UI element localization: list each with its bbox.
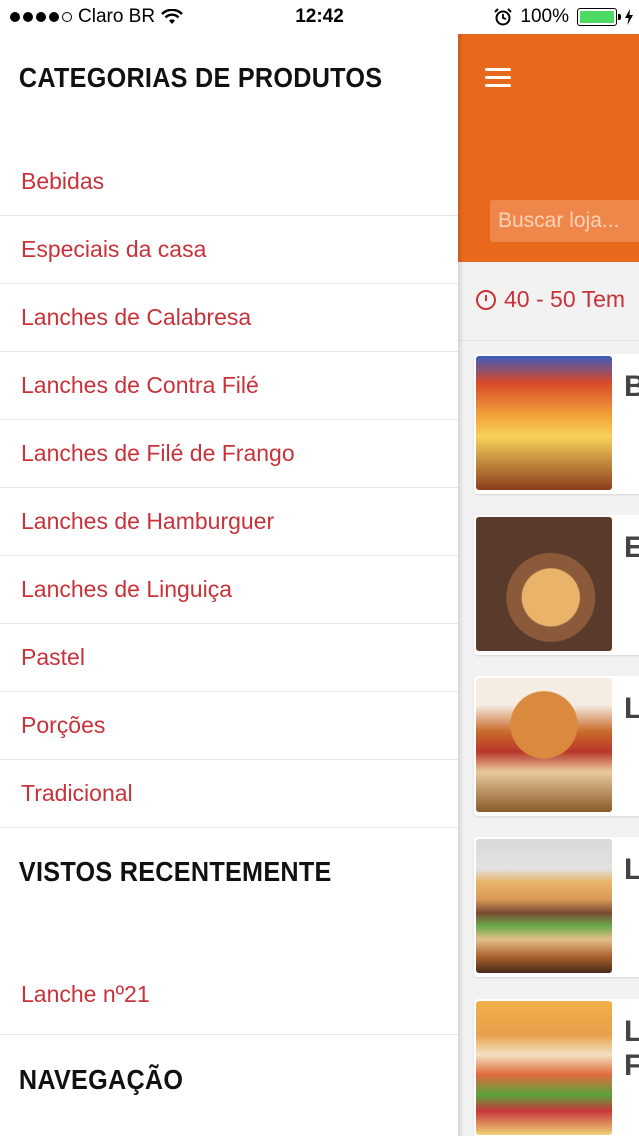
app-header: Buscar loja...: [458, 34, 639, 262]
category-item-hamburguer[interactable]: Lanches de Hamburguer: [0, 488, 458, 556]
category-card[interactable]: L: [474, 837, 639, 977]
category-item-file-frango[interactable]: Lanches de Filé de Frango: [0, 420, 458, 488]
category-card[interactable]: B: [474, 354, 639, 494]
house-special-thumbnail: [476, 517, 612, 651]
alarm-icon: [494, 8, 513, 26]
card-title: L: [624, 853, 639, 886]
status-right-group: 100%: [494, 6, 633, 28]
chicken-sandwich-thumbnail: [476, 1001, 612, 1135]
recent-title: VISTOS RECENTEMENTE: [18, 856, 332, 887]
category-item-contra-file[interactable]: Lanches de Contra Filé: [0, 352, 458, 420]
category-item-bebidas[interactable]: Bebidas: [0, 148, 458, 216]
sandwich-thumbnail: [476, 839, 612, 973]
recent-list: Lanche nº21: [0, 954, 458, 1035]
charging-icon: [625, 9, 633, 25]
category-card[interactable]: E: [474, 515, 639, 655]
beverages-thumbnail: [476, 356, 612, 490]
divider: [458, 340, 639, 341]
category-item-pastel[interactable]: Pastel: [0, 624, 458, 692]
category-list: Bebidas Especiais da casa Lanches de Cal…: [0, 148, 458, 828]
drawer-shadow: [458, 34, 464, 1136]
main-content: Buscar loja... 40 - 50 Tem B E L L L F: [458, 34, 639, 1136]
clock-icon: [476, 289, 496, 310]
category-item-porcoes[interactable]: Porções: [0, 692, 458, 760]
recent-item[interactable]: Lanche nº21: [0, 954, 458, 1035]
battery-icon: [577, 8, 621, 26]
navigation-title: NAVEGAÇÃO: [18, 1064, 184, 1095]
battery-percent: 100%: [520, 6, 569, 27]
side-drawer: CATEGORIAS DE PRODUTOS Bebidas Especiais…: [0, 34, 458, 1136]
card-title: L: [624, 692, 639, 725]
card-title: E: [624, 531, 639, 564]
burger-thumbnail: [476, 678, 612, 812]
category-item-tradicional[interactable]: Tradicional: [0, 760, 458, 828]
search-input[interactable]: Buscar loja...: [490, 200, 639, 242]
card-title: L F: [624, 1015, 639, 1082]
status-bar: Claro BR 12:42 100%: [0, 0, 639, 34]
category-card[interactable]: L: [474, 676, 639, 816]
categories-title: CATEGORIAS DE PRODUTOS: [18, 62, 383, 93]
category-item-calabresa[interactable]: Lanches de Calabresa: [0, 284, 458, 352]
hamburger-menu-icon[interactable]: [485, 68, 511, 88]
category-item-especiais[interactable]: Especiais da casa: [0, 216, 458, 284]
category-item-linguica[interactable]: Lanches de Linguiça: [0, 556, 458, 624]
category-card[interactable]: L F: [474, 999, 639, 1136]
card-title: B: [624, 370, 639, 403]
delivery-time-text: 40 - 50 Tem: [504, 286, 626, 312]
delivery-time-row: 40 - 50 Tem: [476, 286, 625, 313]
